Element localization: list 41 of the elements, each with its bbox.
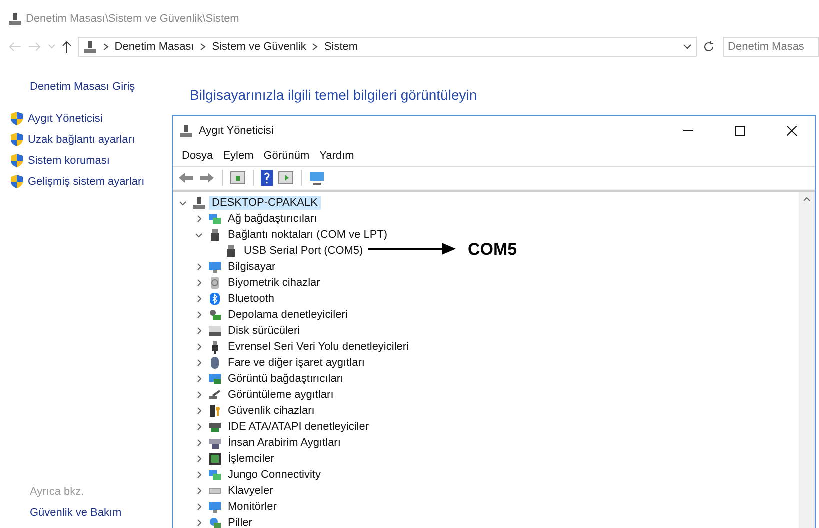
tree-item[interactable]: Bağlantı noktaları (COM ve LPT) <box>225 228 391 242</box>
tree-item[interactable]: Klavyeler <box>225 484 276 498</box>
breadcrumb-item[interactable]: Sistem <box>324 41 358 53</box>
tree-item[interactable]: İnsan Arabirim Aygıtları <box>225 436 344 450</box>
tree-item[interactable]: Evrensel Seri Veri Yolu denetleyicileri <box>225 340 412 354</box>
page-heading: Bilgisayarınızla ilgili temel bilgileri görüntüleyin <box>190 87 478 103</box>
tree-item[interactable]: Ağ bağdaştırıcıları <box>225 212 320 226</box>
window-title: Denetim Masası\Sistem ve Güvenlik\Sistem <box>26 13 240 25</box>
tree-item[interactable]: Fare ve diğer işaret aygıtları <box>225 356 368 370</box>
breadcrumb-item[interactable]: Sistem ve Güvenlik <box>212 41 306 53</box>
home-link[interactable]: Denetim Masası Giriş <box>0 81 172 93</box>
tree-item[interactable]: Görüntüleme aygıtları <box>225 388 337 402</box>
sidebar-link[interactable]: Sistem koruması <box>0 150 172 171</box>
tree-item[interactable]: Disk sürücüleri <box>225 324 304 338</box>
tree-item[interactable]: IDE ATA/ATAPI denetleyiciler <box>225 420 372 434</box>
tree-item[interactable]: Biyometrik cihazlar <box>225 276 324 290</box>
breadcrumb-item[interactable]: Denetim Masası <box>114 41 194 53</box>
tree-item[interactable]: Görüntü bağdaştırıcıları <box>225 372 347 386</box>
tree-item[interactable]: Jungo Connectivity <box>225 468 324 482</box>
sidebar-link[interactable]: Aygıt Yöneticisi <box>0 108 172 129</box>
annotation-label: COM5 <box>468 240 518 260</box>
tree-item[interactable]: Monitörler <box>225 500 280 514</box>
menu-item[interactable]: Dosya <box>177 150 218 162</box>
address-bar[interactable]: Denetim Masası Sistem ve Güvenlik Sistem <box>78 37 698 57</box>
sidebar-link[interactable]: Uzak bağlantı ayarları <box>0 129 172 150</box>
tree-item[interactable]: İşlemciler <box>225 452 278 466</box>
menu-item[interactable]: Görünüm <box>258 150 315 162</box>
tree-item[interactable]: Güvenlik cihazları <box>225 404 318 418</box>
tree-item[interactable]: Bluetooth <box>225 292 278 306</box>
search-field[interactable]: Denetim Masas <box>723 37 819 57</box>
menu-item[interactable]: Yardım <box>314 150 360 162</box>
menu-item[interactable]: Eylem <box>218 150 259 162</box>
tree-item[interactable]: DESKTOP-CPAKALK <box>209 196 321 210</box>
see-also-heading: Ayrıca bkz. <box>29 486 86 498</box>
tree-item[interactable]: Bilgisayar <box>225 260 279 274</box>
sidebar-link[interactable]: Gelişmiş sistem ayarları <box>0 171 172 192</box>
window-title: Aygıt Yöneticisi <box>199 125 275 137</box>
tree-item[interactable]: Depolama denetleyicileri <box>225 308 351 322</box>
tree-item[interactable]: Piller <box>225 516 256 528</box>
see-also-link[interactable]: Güvenlik ve Bakım <box>0 507 172 519</box>
tree-item[interactable]: USB Serial Port (COM5) <box>241 244 366 258</box>
